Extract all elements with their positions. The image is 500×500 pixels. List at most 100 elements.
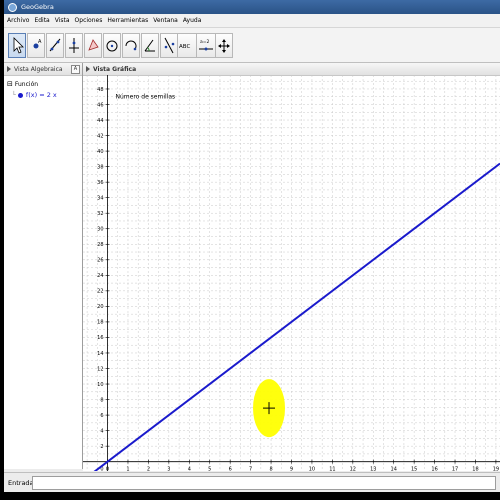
y-tick-label: 4 (100, 428, 103, 434)
y-tick-label: 40 (97, 149, 103, 155)
x-tick-label: 4 (188, 467, 191, 471)
algebra-item-text: f(x) = 2 x (25, 91, 57, 99)
polygon-tool-button[interactable] (84, 33, 102, 58)
algebra-group-label: Función (14, 80, 39, 88)
slider-tool-label: a=2 (200, 39, 210, 45)
y-tick-label: 42 (97, 133, 103, 139)
x-tick-label: 15 (411, 467, 417, 471)
collapse-triangle-icon[interactable] (86, 66, 90, 72)
geogebra-window: GeoGebra Archivo Edita Vista Opciones He… (4, 0, 500, 500)
algebra-view-title: Vista Algebraica (14, 65, 63, 73)
y-tick-label: 34 (97, 195, 103, 201)
y-tick-label: 32 (97, 211, 103, 217)
menu-edita[interactable]: Edita (34, 17, 49, 24)
y-tick-label: 36 (97, 180, 103, 186)
x-tick-label: 16 (431, 467, 437, 471)
y-tick-label: 8 (100, 397, 103, 403)
slider-icon: a=2 (199, 39, 213, 51)
y-tick-label: 2 (100, 444, 103, 450)
y-tick-label: 22 (97, 289, 103, 295)
circle-arc-icon (125, 40, 137, 51)
circle-arc-tool-button[interactable] (122, 33, 140, 58)
view-options-icon[interactable]: A (71, 65, 80, 74)
line-tool-button[interactable] (46, 33, 64, 58)
reflect-tool-button[interactable] (160, 33, 178, 58)
toolbar: A ABC a=2 (4, 28, 500, 63)
x-tick-label: 0 (106, 467, 109, 471)
menu-ventana[interactable]: Ventana (153, 17, 178, 24)
text-tool-button[interactable]: ABC (177, 33, 197, 58)
circle-icon (106, 40, 118, 52)
x-tick-label: 5 (208, 467, 211, 471)
angle-tool-button[interactable] (141, 33, 159, 58)
window-title: GeoGebra (21, 3, 54, 11)
graphics-view[interactable]: Vista Gráfica 0 1 2 3 4 5 6 7 8 9 10 11 12 13 14 15 16 17… (83, 63, 500, 471)
y-tick-label: 48 (97, 87, 103, 93)
x-tick-label: 17 (452, 467, 458, 471)
point-tool-button[interactable]: A (27, 33, 45, 58)
move-view-tool-button[interactable] (215, 33, 233, 58)
graphics-annotation: Número de semillas (116, 94, 176, 101)
x-tick-label: 19 (493, 467, 499, 471)
menu-opciones[interactable]: Opciones (75, 17, 103, 24)
move-view-icon (218, 39, 230, 53)
svg-text:A: A (38, 39, 42, 45)
y-tick-label: 44 (97, 118, 103, 124)
tree-expand-icon[interactable]: ⊟ (7, 80, 13, 88)
text-tool-label: ABC (179, 44, 190, 50)
slider-tool-button[interactable]: a=2 (196, 33, 216, 58)
y-tick-label: 6 (100, 413, 103, 419)
x-tick-label: 3 (167, 467, 170, 471)
geogebra-logo-icon (8, 2, 17, 12)
x-tick-label: 6 (229, 467, 232, 471)
taskbar-strip (4, 492, 500, 500)
menu-bar: Archivo Edita Vista Opciones Herramienta… (4, 14, 500, 28)
polygon-icon (88, 39, 99, 51)
algebra-view-header: Vista Algebraica A (4, 63, 82, 76)
x-tick-label: 7 (249, 467, 252, 471)
line-icon (49, 38, 61, 52)
input-field[interactable] (32, 476, 496, 490)
y-tick-label: 14 (97, 351, 103, 357)
y-tick-label: 28 (97, 242, 103, 248)
y-tick-label: 38 (97, 164, 103, 170)
y-tick-label: 30 (97, 227, 103, 233)
tree-branch-icon: └ (12, 91, 16, 99)
algebra-view: Vista Algebraica A ⊟ Función └ f(x) = 2 … (4, 63, 83, 469)
y-tick-label: 18 (97, 320, 103, 326)
title-bar: GeoGebra (4, 0, 500, 14)
perpendicular-tool-button[interactable] (65, 33, 83, 58)
reflect-icon (164, 37, 175, 54)
y-tick-label: 10 (97, 382, 103, 388)
y-tick-label: 16 (97, 335, 103, 341)
graphics-canvas[interactable]: 0 1 2 3 4 5 6 7 8 9 10 11 12 13 14 15 16 17 18 192468101214… (83, 75, 500, 471)
y-tick-label: 46 (97, 102, 103, 108)
cursor-arrow-icon (13, 37, 24, 54)
algebra-group: ⊟ Función (7, 80, 38, 88)
x-tick-label: 1 (126, 467, 129, 471)
menu-herramientas[interactable]: Herramientas (107, 17, 148, 24)
visibility-toggle-icon[interactable] (17, 92, 23, 98)
point-icon: A (33, 39, 42, 49)
circle-tool-button[interactable] (103, 33, 121, 58)
x-tick-label: 8 (269, 467, 272, 471)
angle-icon (144, 39, 155, 52)
collapse-triangle-icon[interactable] (7, 66, 11, 72)
menu-ayuda[interactable]: Ayuda (183, 17, 202, 24)
perpendicular-icon (69, 38, 79, 53)
y-tick-label: 24 (97, 273, 103, 279)
x-tick-label: 18 (472, 467, 478, 471)
menu-archivo[interactable]: Archivo (7, 17, 29, 24)
menu-vista[interactable]: Vista (55, 17, 70, 24)
x-tick-label: 2 (147, 467, 150, 471)
x-tick-label: 11 (329, 467, 335, 471)
text-icon: ABC (179, 44, 190, 50)
y-tick-label: 20 (97, 304, 103, 310)
move-tool-button[interactable] (8, 33, 26, 58)
y-tick-label: 26 (97, 258, 103, 264)
x-tick-label: 9 (290, 467, 293, 471)
x-tick-label: 10 (309, 467, 315, 471)
graphics-view-title: Vista Gráfica (93, 65, 137, 73)
x-tick-label: 14 (391, 467, 397, 471)
algebra-item-f[interactable]: └ f(x) = 2 x (12, 91, 57, 99)
